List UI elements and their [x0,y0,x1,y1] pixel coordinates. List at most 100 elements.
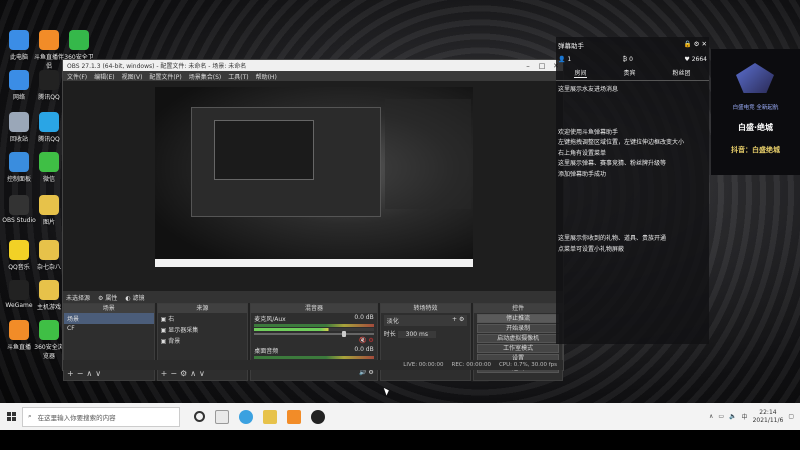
preview-taskbar [155,259,473,267]
preview-nested-window [191,107,381,217]
controls-header: 控件 [474,304,562,313]
notification-icon[interactable]: ▢ [788,413,794,420]
stat-value: 2664 [691,56,707,63]
chat-message: 这里展示弹幕、赛事竞猜、粉丝牌升级等 [558,160,667,167]
desktop-icon-label: WeGame [5,302,33,309]
promo-banner: 白盛电竞 全新起航 白盛·绝城 抖音：白盛绝城 [711,49,800,175]
desktop-icon[interactable]: 控制面板 [2,152,36,183]
menu-view[interactable]: 视图(V) [122,72,143,81]
desktop-icon[interactable]: 360安全浏览器 [32,320,66,360]
duration-input[interactable]: 300 ms [397,331,437,338]
desktop-icon-label: 杂七杂八 [36,264,61,271]
desktop-icon[interactable]: 主机游戏 [32,280,66,311]
tray-expand-icon[interactable]: ∧ [709,413,713,420]
obs-window[interactable]: OBS 27.1.3 (64-bit, windows) - 配置文件: 未命名… [62,59,564,381]
volume-slider[interactable] [254,331,374,337]
chat-message: 添加弹幕助手成功 [558,170,607,178]
app-icon [9,320,29,340]
desktop-icon-label: 网络 [12,94,25,101]
source-item[interactable]: ▣ 右 [158,313,248,324]
maximize-icon[interactable]: □ [535,62,549,70]
danmaku-assistant-panel[interactable]: 弹幕助手 🔒 ⚙ ✕ 👤 1 ₿ 0 ♥ 2664 房间 贵宾 粉丝团 这里展示… [556,37,709,344]
menu-scene-collection[interactable]: 场景集合(S) [189,72,222,81]
properties-button[interactable]: ⚙ 属性 [98,293,117,302]
cortana-icon[interactable] [194,411,205,422]
desktop-icon[interactable]: WeGame [2,280,36,309]
preview-canvas[interactable] [155,87,473,267]
desktop-icon[interactable]: 斗鱼直播伴侣 [32,30,66,70]
app-icon [9,112,29,132]
source-item[interactable]: ▣ 背景 [158,335,248,346]
file-explorer-icon[interactable] [263,409,277,424]
menu-tools[interactable]: 工具(T) [228,72,248,81]
douyu-icon[interactable] [287,409,301,424]
clock[interactable]: 22:14 2021/11/6 [753,409,784,425]
filters-label: 滤镜 [132,294,145,302]
tab-vip[interactable]: 贵宾 [623,68,635,78]
desktop-icon-label: 斗鱼直播伴侣 [33,54,64,70]
mute-icon[interactable]: 🔇 ⚙ [254,337,374,344]
desktop-icon-label: 斗鱼直播 [6,344,31,351]
volume-icon[interactable]: 🔈 [729,413,736,420]
input-method-icon[interactable]: 中 [742,412,748,421]
volume-slider-knob[interactable] [342,331,347,337]
desktop-icon[interactable]: 斗鱼直播 [2,320,36,351]
sources-toolbar[interactable]: +−⚙∧∨ [161,369,208,378]
desktop-icon[interactable]: 此电脑 [2,30,36,61]
desktop-icon[interactable]: QQ音乐 [2,240,36,271]
windows-icon [6,412,16,421]
menu-edit[interactable]: 编辑(E) [94,72,114,81]
stat-value: 0 [629,56,633,63]
desktop-icon[interactable]: 腾讯QQ [32,112,66,143]
obs-title-bar[interactable]: OBS 27.1.3 (64-bit, windows) - 配置文件: 未命名… [63,60,563,71]
stop-streaming-button[interactable]: 停止推流 [477,314,559,323]
menu-help[interactable]: 帮助(H) [256,72,277,81]
edge-icon[interactable] [239,409,253,424]
viewer-count: 👤 1 [558,56,572,63]
mixer-track-mic: 麦克风/Aux 0.0 dB 🔇 ⚙ [251,313,376,345]
app-icon [9,30,29,50]
sources-header: 来源 [157,304,248,313]
scene-item[interactable]: CF [64,324,154,333]
tab-room[interactable]: 房间 [574,68,587,78]
search-icon: ⌕ [28,412,32,420]
speaker-icon[interactable]: 🔊 ⚙ [254,369,374,376]
desktop-icon[interactable]: 网络 [2,70,36,101]
tab-fans[interactable]: 粉丝团 [672,68,690,78]
desktop-icon[interactable]: 回收站 [2,112,36,143]
scene-item[interactable]: 场景 [64,313,154,324]
no-source-label: 未选择源 [66,294,91,302]
desktop-icon-label: 此电脑 [9,54,28,61]
scenes-toolbar[interactable]: +−∧∨ [67,369,104,378]
filters-button[interactable]: ◐ 滤镜 [125,293,144,302]
start-recording-button[interactable]: 开始录制 [477,324,559,333]
obs-menu-bar: 文件(F) 编辑(E) 视图(V) 配置文件(P) 场景集合(S) 工具(T) … [63,71,563,81]
taskbar-search[interactable]: ⌕ 在这里输入你要搜索的内容 [22,406,180,427]
source-label: 右 [168,316,175,323]
menu-profile[interactable]: 配置文件(P) [149,72,181,81]
task-view-icon[interactable] [215,409,229,424]
start-button[interactable] [0,403,22,430]
desktop-icon[interactable]: 腾讯QQ [32,70,66,101]
desktop-icon[interactable]: 图片 [32,195,66,226]
network-icon[interactable]: ▭ [718,413,724,420]
studio-mode-button[interactable]: 工作室模式 [477,344,559,353]
transition-select[interactable]: 淡化 + ⚙ [383,315,468,326]
source-item[interactable]: ▣ 显示器采集 [158,324,248,335]
desktop-icon-label: QQ音乐 [8,264,30,271]
minimize-icon[interactable]: – [521,62,535,70]
menu-file[interactable]: 文件(F) [67,72,87,81]
obs-taskbar-icon[interactable] [311,409,325,424]
chat-stats: 👤 1 ₿ 0 ♥ 2664 [556,53,709,66]
virtual-camera-button[interactable]: 启动虚拟摄像机 [477,334,559,343]
desktop-icon[interactable]: OBS Studio [2,195,36,224]
desktop-icon-label: 腾讯QQ [38,136,60,143]
chat-message: 这里展示你收到的礼物、道具、贵族开通 [558,235,667,242]
letterbox [0,430,800,450]
desktop-icon[interactable]: 微信 [32,152,66,183]
track-db: 0.0 dB [354,346,374,353]
welcome-messages: 欢迎使用斗鱼弹幕助手 左键拖拽调整区域位置，左键拉伸边框改变大小 右上角有设置菜… [556,128,709,181]
chat-window-controls[interactable]: 🔒 ⚙ ✕ [684,40,708,50]
desktop-icon[interactable]: 杂七杂八 [32,240,66,271]
system-tray: ∧ ▭ 🔈 中 22:14 2021/11/6 ▢ [709,409,800,425]
